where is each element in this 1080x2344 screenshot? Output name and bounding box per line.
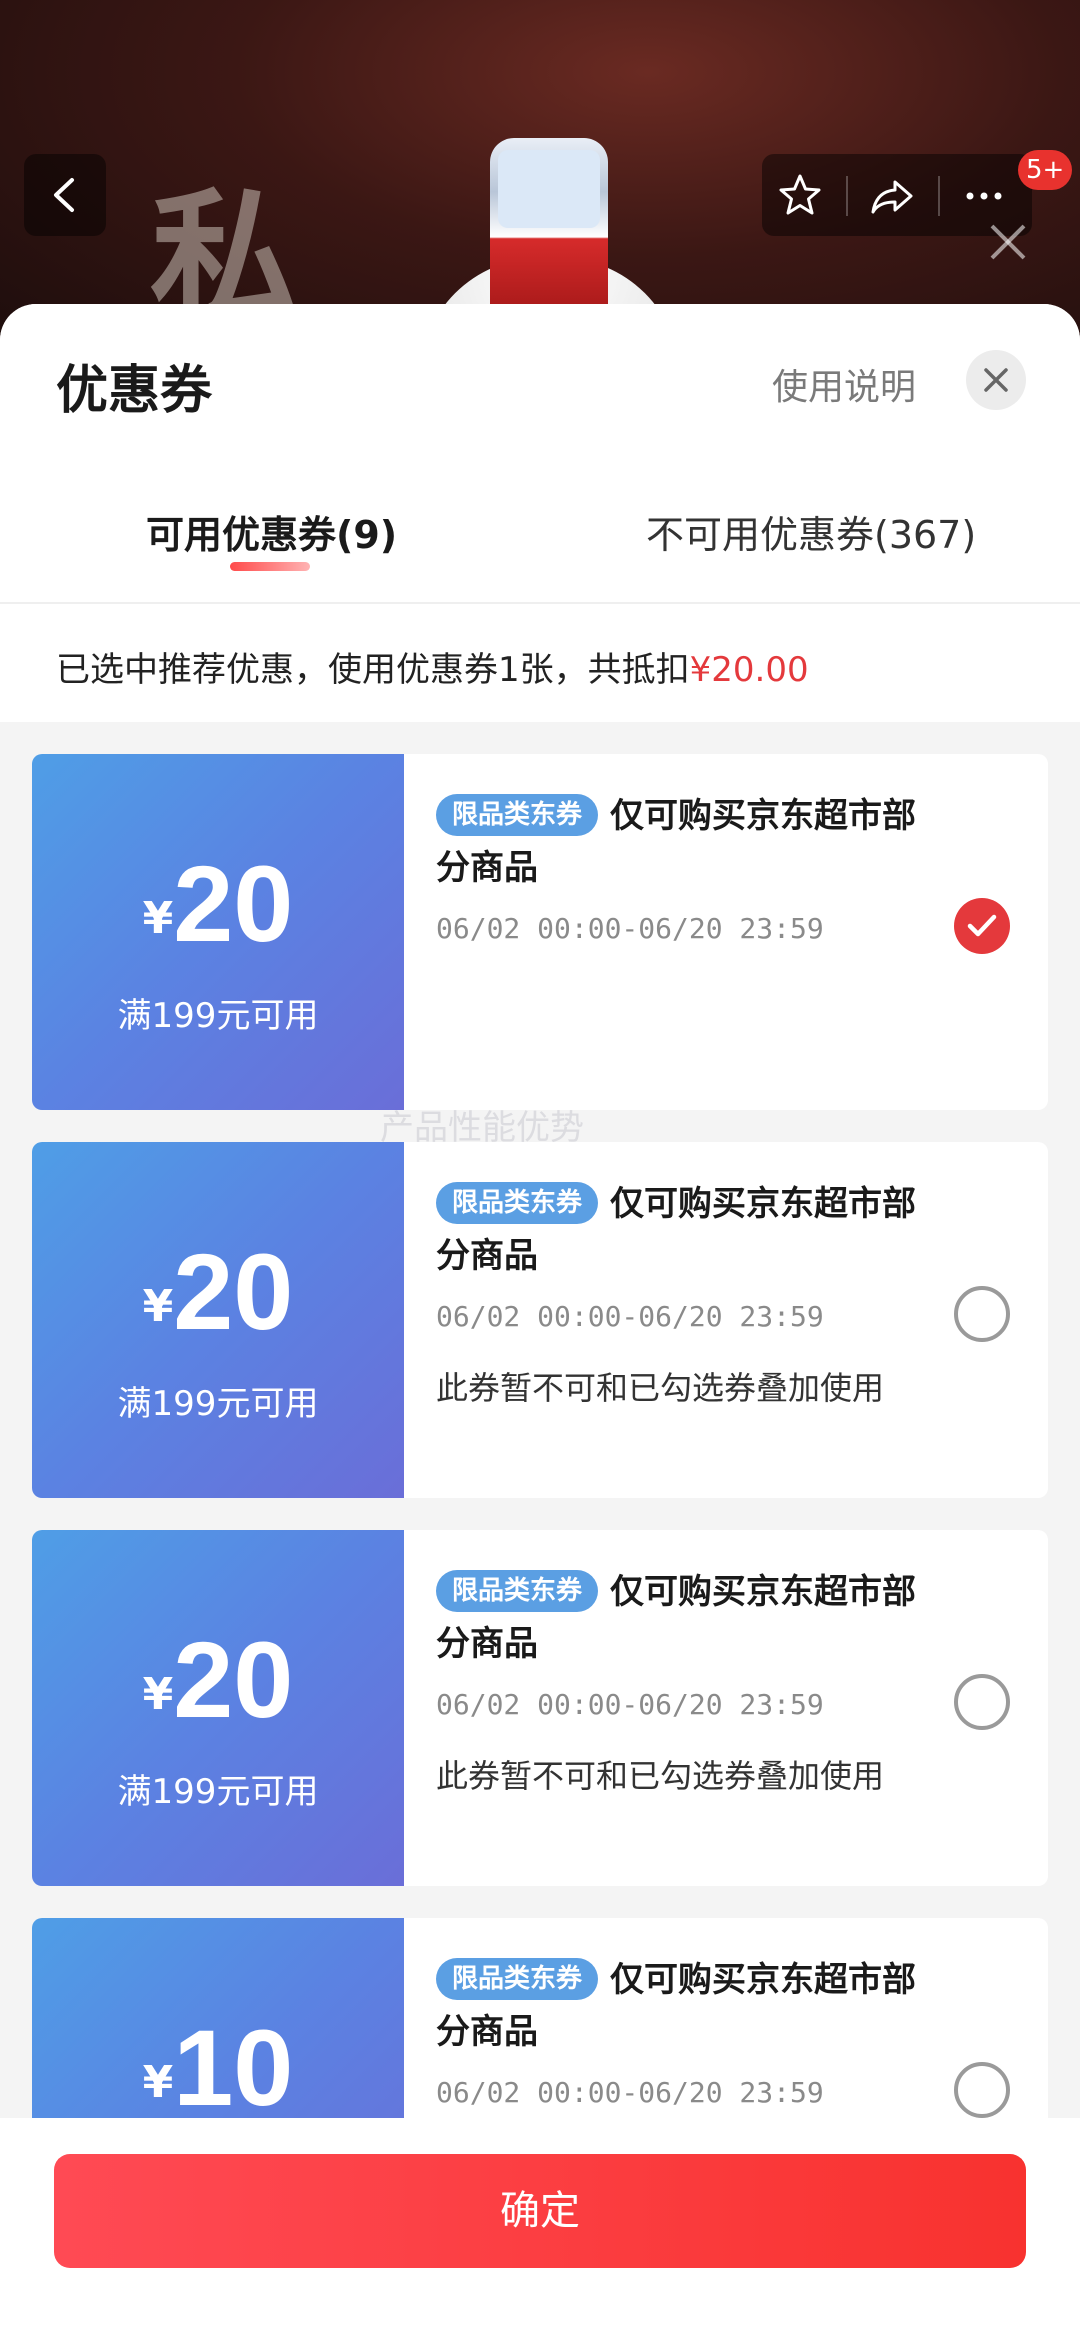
coupon-value-panel: ¥20 满199元可用 <box>32 1530 404 1886</box>
star-icon[interactable] <box>776 172 824 220</box>
coupon-desc-line1: 仅可购买京东超市部 <box>610 1960 917 2000</box>
sheet-footer: 确定 <box>0 2118 1080 2344</box>
coupon-description: 限品类东券 仅可购买京东超市部分商品 <box>436 790 976 894</box>
summary-text: 已选中推荐优惠，使用优惠券1张，共抵扣 <box>56 650 690 690</box>
coupon-amount: ¥20 <box>32 850 404 958</box>
watermark: 产品性能优势 <box>380 1108 584 1148</box>
check-icon <box>967 914 997 937</box>
coupon-threshold: 满199元可用 <box>117 1384 319 1424</box>
coupon-card[interactable]: ¥20 满199元可用 限品类东券 仅可购买京东超市部分商品 06/02 00:0… <box>32 1142 1048 1498</box>
coupon-stack-note: 此券暂不可和已勾选券叠加使用 <box>436 1757 885 1795</box>
coupon-category-tag: 限品类东券 <box>436 1958 599 2000</box>
currency-symbol: ¥ <box>142 1281 174 1332</box>
coupon-desc-line2: 分商品 <box>436 1624 538 1664</box>
coupon-validity: 06/02 00:00-06/20 23:59 <box>436 912 824 945</box>
coupon-card[interactable]: ¥20 满199元可用 限品类东券 仅可购买京东超市部分商品 06/02 00:0… <box>32 754 1048 1110</box>
divider <box>938 176 940 216</box>
active-tab-indicator <box>230 562 310 571</box>
notification-badge: 5+ <box>1018 150 1073 190</box>
tab-available-coupons[interactable]: 可用优惠券(9) <box>146 504 397 559</box>
coupon-checkbox[interactable] <box>954 2062 1010 2118</box>
coupon-category-tag: 限品类东券 <box>436 794 599 836</box>
coupon-amount: ¥20 <box>32 1238 404 1346</box>
coupon-validity: 06/02 00:00-06/20 23:59 <box>436 1688 824 1721</box>
currency-symbol: ¥ <box>142 893 174 944</box>
usage-instructions-link[interactable]: 使用说明 <box>772 358 916 410</box>
coupon-description: 限品类东券 仅可购买京东超市部分商品 <box>436 1566 976 1670</box>
chevron-left-icon <box>54 178 74 212</box>
tab-unavailable-coupons[interactable]: 不可用优惠券(367) <box>646 504 976 559</box>
coupon-details: 限品类东券 仅可购买京东超市部分商品 06/02 00:00-06/20 23:5… <box>436 790 976 945</box>
close-button[interactable] <box>966 350 1026 410</box>
currency-symbol: ¥ <box>142 2057 174 2108</box>
coupon-desc-line1: 仅可购买京东超市部 <box>610 1572 917 1612</box>
coupon-desc-line2: 分商品 <box>436 848 538 888</box>
coupon-validity: 06/02 00:00-06/20 23:59 <box>436 2076 824 2109</box>
coupon-amount: ¥10 <box>32 2014 404 2122</box>
coupon-card[interactable]: ¥20 满199元可用 限品类东券 仅可购买京东超市部分商品 06/02 00:0… <box>32 1530 1048 1886</box>
close-icon <box>990 224 1026 260</box>
coupon-description: 限品类东券 仅可购买京东超市部分商品 <box>436 1954 976 2058</box>
back-button[interactable] <box>24 154 106 236</box>
summary-amount: ¥20.00 <box>689 650 809 690</box>
coupon-value-panel: ¥20 满199元可用 <box>32 754 404 1110</box>
coupon-desc-line2: 分商品 <box>436 2012 538 2052</box>
coupon-value: 20 <box>173 1619 294 1740</box>
coupon-value: 20 <box>173 1231 294 1352</box>
selection-summary: 已选中推荐优惠，使用优惠券1张，共抵扣¥20.00 <box>56 642 809 691</box>
coupon-value-panel: ¥20 满199元可用 <box>32 1142 404 1498</box>
coupon-stack-note: 此券暂不可和已勾选券叠加使用 <box>436 1369 885 1407</box>
more-icon[interactable] <box>960 172 1008 220</box>
coupon-checkbox-selected[interactable] <box>954 898 1010 954</box>
coupon-desc-line1: 仅可购买京东超市部 <box>610 796 917 836</box>
coupon-threshold: 满199元可用 <box>117 1772 319 1812</box>
divider <box>0 602 1080 604</box>
coupon-category-tag: 限品类东券 <box>436 1570 599 1612</box>
coupon-value: 10 <box>173 2007 294 2128</box>
coupon-sheet: 优惠券 使用说明 可用优惠券(9) 不可用优惠券(367) 已选中推荐优惠，使用… <box>0 304 1080 2344</box>
currency-symbol: ¥ <box>142 1669 174 1720</box>
coupon-description: 限品类东券 仅可购买京东超市部分商品 <box>436 1178 976 1282</box>
confirm-button[interactable]: 确定 <box>54 2154 1026 2268</box>
coupon-category-tag: 限品类东券 <box>436 1182 599 1224</box>
coupon-checkbox[interactable] <box>954 1674 1010 1730</box>
sheet-header: 优惠券 使用说明 可用优惠券(9) 不可用优惠券(367) 已选中推荐优惠，使用… <box>0 304 1080 722</box>
coupon-threshold: 满199元可用 <box>117 996 319 1036</box>
coupon-validity: 06/02 00:00-06/20 23:59 <box>436 1300 824 1333</box>
coupon-details: 限品类东券 仅可购买京东超市部分商品 06/02 00:00-06/20 23:5… <box>436 1566 976 1797</box>
coupon-desc-line2: 分商品 <box>436 1236 538 1276</box>
share-icon[interactable] <box>868 172 916 220</box>
bottle-label <box>498 150 600 228</box>
coupon-amount: ¥20 <box>32 1626 404 1734</box>
coupon-details: 限品类东券 仅可购买京东超市部分商品 06/02 00:00-06/20 23:5… <box>436 1954 976 2109</box>
sheet-title: 优惠券 <box>56 361 213 421</box>
coupon-value: 20 <box>173 843 294 964</box>
coupon-details: 限品类东券 仅可购买京东超市部分商品 06/02 00:00-06/20 23:5… <box>436 1178 976 1409</box>
coupon-desc-line1: 仅可购买京东超市部 <box>610 1184 917 1224</box>
divider <box>846 176 848 216</box>
coupon-checkbox[interactable] <box>954 1286 1010 1342</box>
close-icon <box>984 368 1008 392</box>
